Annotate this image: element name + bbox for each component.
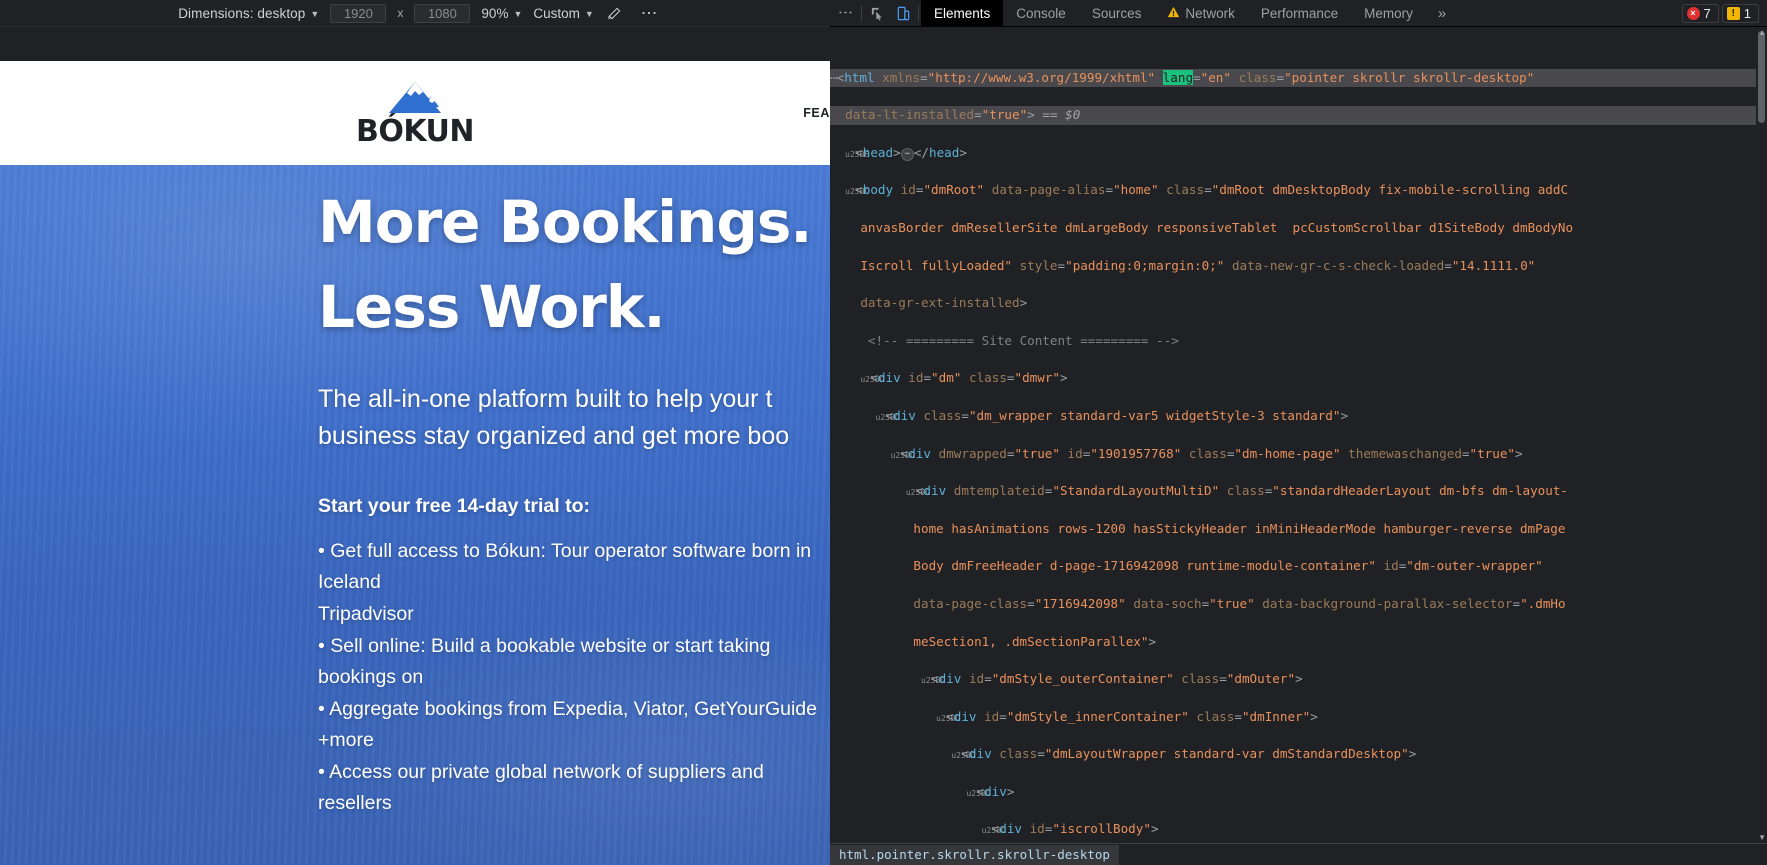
- dom-line[interactable]: <div dmwrapped="true" id="1901957768" cl…: [830, 445, 1757, 464]
- page-preview[interactable]: BÓKUN FEA More Bookings. Less Work. The …: [0, 27, 830, 865]
- dom-line[interactable]: anvasBorder dmResellerSite dmLargeBody r…: [830, 219, 1757, 238]
- headline-line-1: More Bookings.: [318, 188, 812, 256]
- error-icon: ×: [1686, 6, 1700, 20]
- dom-line[interactable]: <head>⋯</head>: [830, 144, 1757, 163]
- tab-network[interactable]: Network: [1154, 0, 1248, 27]
- site-header: BÓKUN FEA: [0, 61, 830, 165]
- tab-sources[interactable]: Sources: [1079, 0, 1155, 27]
- device-toolbar-more-icon[interactable]: ⋮: [640, 5, 657, 22]
- scroll-up-icon[interactable]: ▲: [1758, 28, 1766, 37]
- dimension-separator: x: [397, 6, 404, 20]
- mountain-logo-icon: [389, 81, 441, 113]
- list-item: • Aggregate bookings from Expedia, Viato…: [318, 697, 817, 752]
- error-count: 7: [1703, 5, 1711, 21]
- dom-line[interactable]: <div class="dmLayoutWrapper standard-var…: [830, 745, 1757, 764]
- warning-triangle-icon: [1167, 6, 1180, 21]
- devtools-window: Dimensions: desktop ▼ x 90% ▼ Custom ▼ ⋮: [0, 0, 1767, 865]
- throttling-label: Custom: [533, 5, 580, 21]
- tab-label: Sources: [1091, 5, 1142, 21]
- preview-top-gutter: [0, 27, 830, 61]
- dom-line[interactable]: <div id="dmStyle_outerContainer" class="…: [830, 670, 1757, 689]
- throttling-selector[interactable]: Custom ▼: [533, 6, 593, 21]
- tab-label: Console: [1016, 5, 1066, 21]
- headline-line-2: Less Work.: [318, 273, 666, 342]
- tab-console[interactable]: Console: [1003, 0, 1079, 27]
- viewport-width-input[interactable]: [330, 3, 387, 23]
- breadcrumb[interactable]: html.pointer.skrollr.skrollr-desktop: [830, 844, 1119, 865]
- tab-label: Elements: [934, 5, 991, 21]
- dom-tree[interactable]: ⋯<html xmlns="http://www.w3.org/1999/xht…: [830, 27, 1757, 843]
- top-bar: Dimensions: desktop ▼ x 90% ▼ Custom ▼ ⋮: [0, 0, 1767, 27]
- dom-line[interactable]: <div id="dm" class="dmwr">: [830, 369, 1757, 388]
- zoom-label: 90%: [481, 5, 509, 21]
- tab-performance[interactable]: Performance: [1248, 0, 1351, 27]
- issue-counters: × 7 ! 1: [1681, 3, 1767, 23]
- devtools-tab-strip: ⋮ Elements Console Sources Network Perfo…: [830, 0, 1767, 27]
- tab-label: Performance: [1260, 5, 1339, 21]
- dom-line[interactable]: <!-- ========= Site Content ========= --…: [830, 332, 1757, 351]
- warning-icon: !: [1726, 6, 1740, 20]
- devtools-main-menu-icon[interactable]: ⋮: [837, 5, 854, 21]
- chevron-down-icon: ▼: [584, 8, 594, 19]
- chevron-down-icon: ▼: [310, 8, 320, 19]
- main-split: BÓKUN FEA More Bookings. Less Work. The …: [0, 27, 1767, 865]
- dom-line[interactable]: data-lt-installed="true"> == $0: [830, 106, 1757, 125]
- site-logo[interactable]: BÓKUN: [355, 80, 475, 149]
- divider: [861, 5, 862, 21]
- elements-panel[interactable]: ⋯<html xmlns="http://www.w3.org/1999/xht…: [830, 27, 1767, 865]
- list-item: • Get full access to Bókun: Tour operato…: [318, 539, 812, 594]
- inspect-element-icon[interactable]: [864, 1, 890, 25]
- dimensions-label: Dimensions: desktop: [178, 5, 306, 21]
- dom-line[interactable]: ⋯<html xmlns="http://www.w3.org/1999/xht…: [830, 68, 1757, 88]
- tab-label: Memory: [1364, 5, 1413, 21]
- list-item: • Access our private global network of s…: [318, 760, 764, 815]
- tab-elements[interactable]: Elements: [921, 0, 1004, 27]
- dom-tree-scroll-area[interactable]: ⋯<html xmlns="http://www.w3.org/1999/xht…: [830, 27, 1757, 843]
- warning-count: 1: [1743, 5, 1751, 21]
- more-tabs-icon[interactable]: »: [1426, 5, 1458, 22]
- list-item: Tripadvisor: [318, 602, 414, 625]
- dom-line[interactable]: <div>: [830, 783, 1757, 802]
- hero-section: More Bookings. Less Work. The all-in-one…: [0, 165, 830, 865]
- dimensions-selector[interactable]: Dimensions: desktop ▼: [178, 6, 319, 21]
- trial-heading: Start your free 14-day trial to:: [318, 494, 590, 517]
- dom-line[interactable]: <div dmtemplateid="StandardLayoutMultiD"…: [830, 482, 1757, 501]
- benefit-list: • Get full access to Bókun: Tour operato…: [318, 536, 830, 820]
- warning-counter[interactable]: ! 1: [1721, 3, 1759, 23]
- hero-subheadline: The all-in-one platform built to help yo…: [318, 385, 790, 451]
- dom-breadcrumb-bar: html.pointer.skrollr.skrollr-desktop: [830, 843, 1767, 865]
- device-toolbar: Dimensions: desktop ▼ x 90% ▼ Custom ▼ ⋮: [0, 0, 830, 27]
- zoom-selector[interactable]: 90% ▼: [481, 6, 522, 21]
- nav-item-features[interactable]: FEA: [803, 106, 830, 120]
- dom-line[interactable]: data-gr-ext-installed>: [830, 294, 1757, 313]
- dom-line[interactable]: <div id="dmStyle_innerContainer" class="…: [830, 708, 1757, 727]
- dom-line[interactable]: data-page-class="1716942098" data-soch="…: [830, 595, 1757, 614]
- dom-line[interactable]: <body id="dmRoot" data-page-alias="home"…: [830, 181, 1757, 200]
- error-counter[interactable]: × 7: [1681, 3, 1719, 23]
- divider: [918, 5, 919, 21]
- dom-scrollbar[interactable]: ▲ ▼: [1756, 27, 1767, 843]
- logo-wordmark: BÓKUN: [355, 113, 475, 149]
- toggle-device-toolbar-icon[interactable]: [890, 1, 916, 25]
- dom-scrollbar-thumb[interactable]: [1758, 31, 1765, 123]
- tab-label: Network: [1185, 5, 1235, 21]
- dom-line[interactable]: meSection1, .dmSectionParallex">: [830, 633, 1757, 652]
- list-item: • Sell online: Build a bookable website …: [318, 634, 771, 689]
- dom-line[interactable]: <div id="iscrollBody">: [830, 820, 1757, 839]
- hero-headline: More Bookings. Less Work.: [318, 192, 830, 342]
- dom-line[interactable]: home hasAnimations rows-1200 hasStickyHe…: [830, 520, 1757, 539]
- dom-line[interactable]: Iscroll fullyLoaded" style="padding:0;ma…: [830, 257, 1757, 276]
- viewport-height-input[interactable]: [414, 3, 471, 23]
- scroll-down-icon[interactable]: ▼: [1758, 833, 1766, 842]
- dom-line[interactable]: Body dmFreeHeader d-page-1716942098 runt…: [830, 557, 1757, 576]
- tab-memory[interactable]: Memory: [1351, 0, 1426, 27]
- dom-line[interactable]: <div class="dm_wrapper standard-var5 wid…: [830, 407, 1757, 426]
- rotate-icon[interactable]: [605, 3, 625, 23]
- chevron-down-icon: ▼: [513, 8, 523, 19]
